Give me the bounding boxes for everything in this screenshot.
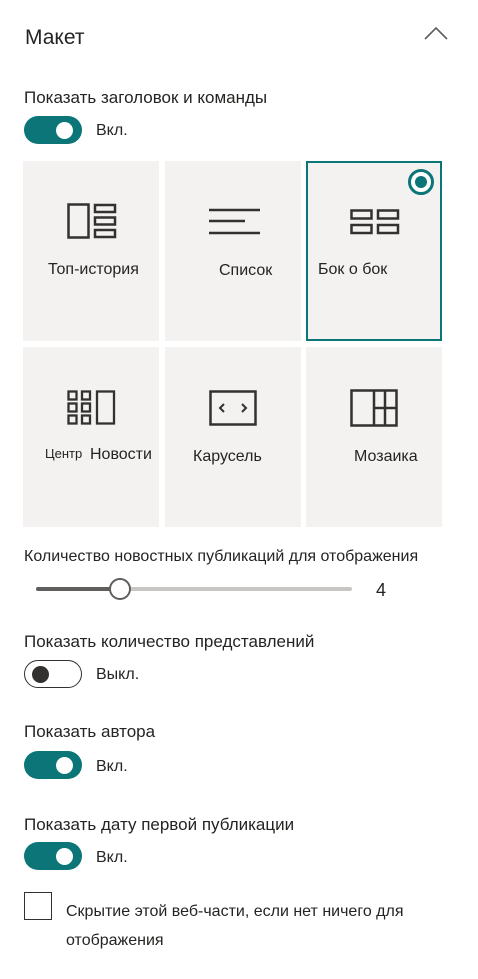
- show-author-label: Показать автора: [24, 722, 156, 741]
- news-count-label: Количество новостных публикаций для отоб…: [24, 548, 419, 565]
- show-date-label: Показать дату первой публикации: [24, 815, 295, 834]
- top-story-icon: [67, 203, 117, 239]
- layout-label-b: Новости: [90, 446, 152, 463]
- show-header-state: Вкл.: [96, 122, 128, 139]
- show-author-toggle[interactable]: [24, 751, 82, 779]
- show-views-state: Выкл.: [96, 666, 140, 683]
- layout-label: Список: [219, 262, 273, 279]
- layout-label: Бок о бок: [318, 261, 388, 278]
- slider-thumb[interactable]: [108, 578, 131, 600]
- layout-carousel[interactable]: Карусель: [165, 347, 301, 527]
- layout-list[interactable]: Список: [165, 161, 301, 341]
- layout-label: Топ-история: [48, 261, 139, 278]
- layout-label: Карусель: [193, 448, 262, 465]
- layout-top-story[interactable]: Топ-история: [23, 161, 159, 341]
- show-header-label: Показать заголовок и команды: [24, 88, 268, 107]
- carousel-icon: [209, 390, 257, 426]
- hide-empty-label: Скрытие этой веб-части, если нет ничего …: [66, 903, 404, 949]
- slider-fill: [36, 587, 120, 591]
- list-icon: [209, 208, 260, 235]
- layout-tiles[interactable]: Мозаика: [306, 347, 442, 527]
- layout-hub-news[interactable]: Центр Новости: [23, 347, 159, 527]
- show-date-state: Вкл.: [96, 849, 128, 866]
- hide-empty-checkbox[interactable]: [24, 892, 52, 920]
- chevron-up-icon[interactable]: [421, 24, 451, 44]
- hub-news-icon: [67, 390, 116, 425]
- side-by-side-icon: [350, 209, 400, 235]
- section-title: Макет: [25, 26, 85, 49]
- show-views-label: Показать количество представлений: [24, 632, 315, 651]
- selected-radio-icon: [408, 169, 434, 195]
- tiles-icon: [350, 389, 398, 427]
- news-count-value: 4: [376, 580, 387, 600]
- show-author-state: Вкл.: [96, 758, 128, 775]
- show-date-toggle[interactable]: [24, 842, 82, 870]
- show-views-toggle[interactable]: [24, 660, 82, 688]
- layout-label: Мозаика: [354, 448, 418, 465]
- show-header-toggle[interactable]: [24, 116, 82, 144]
- layout-label-a: Центр: [45, 446, 83, 461]
- layout-side-by-side[interactable]: Бок о бок: [306, 161, 442, 341]
